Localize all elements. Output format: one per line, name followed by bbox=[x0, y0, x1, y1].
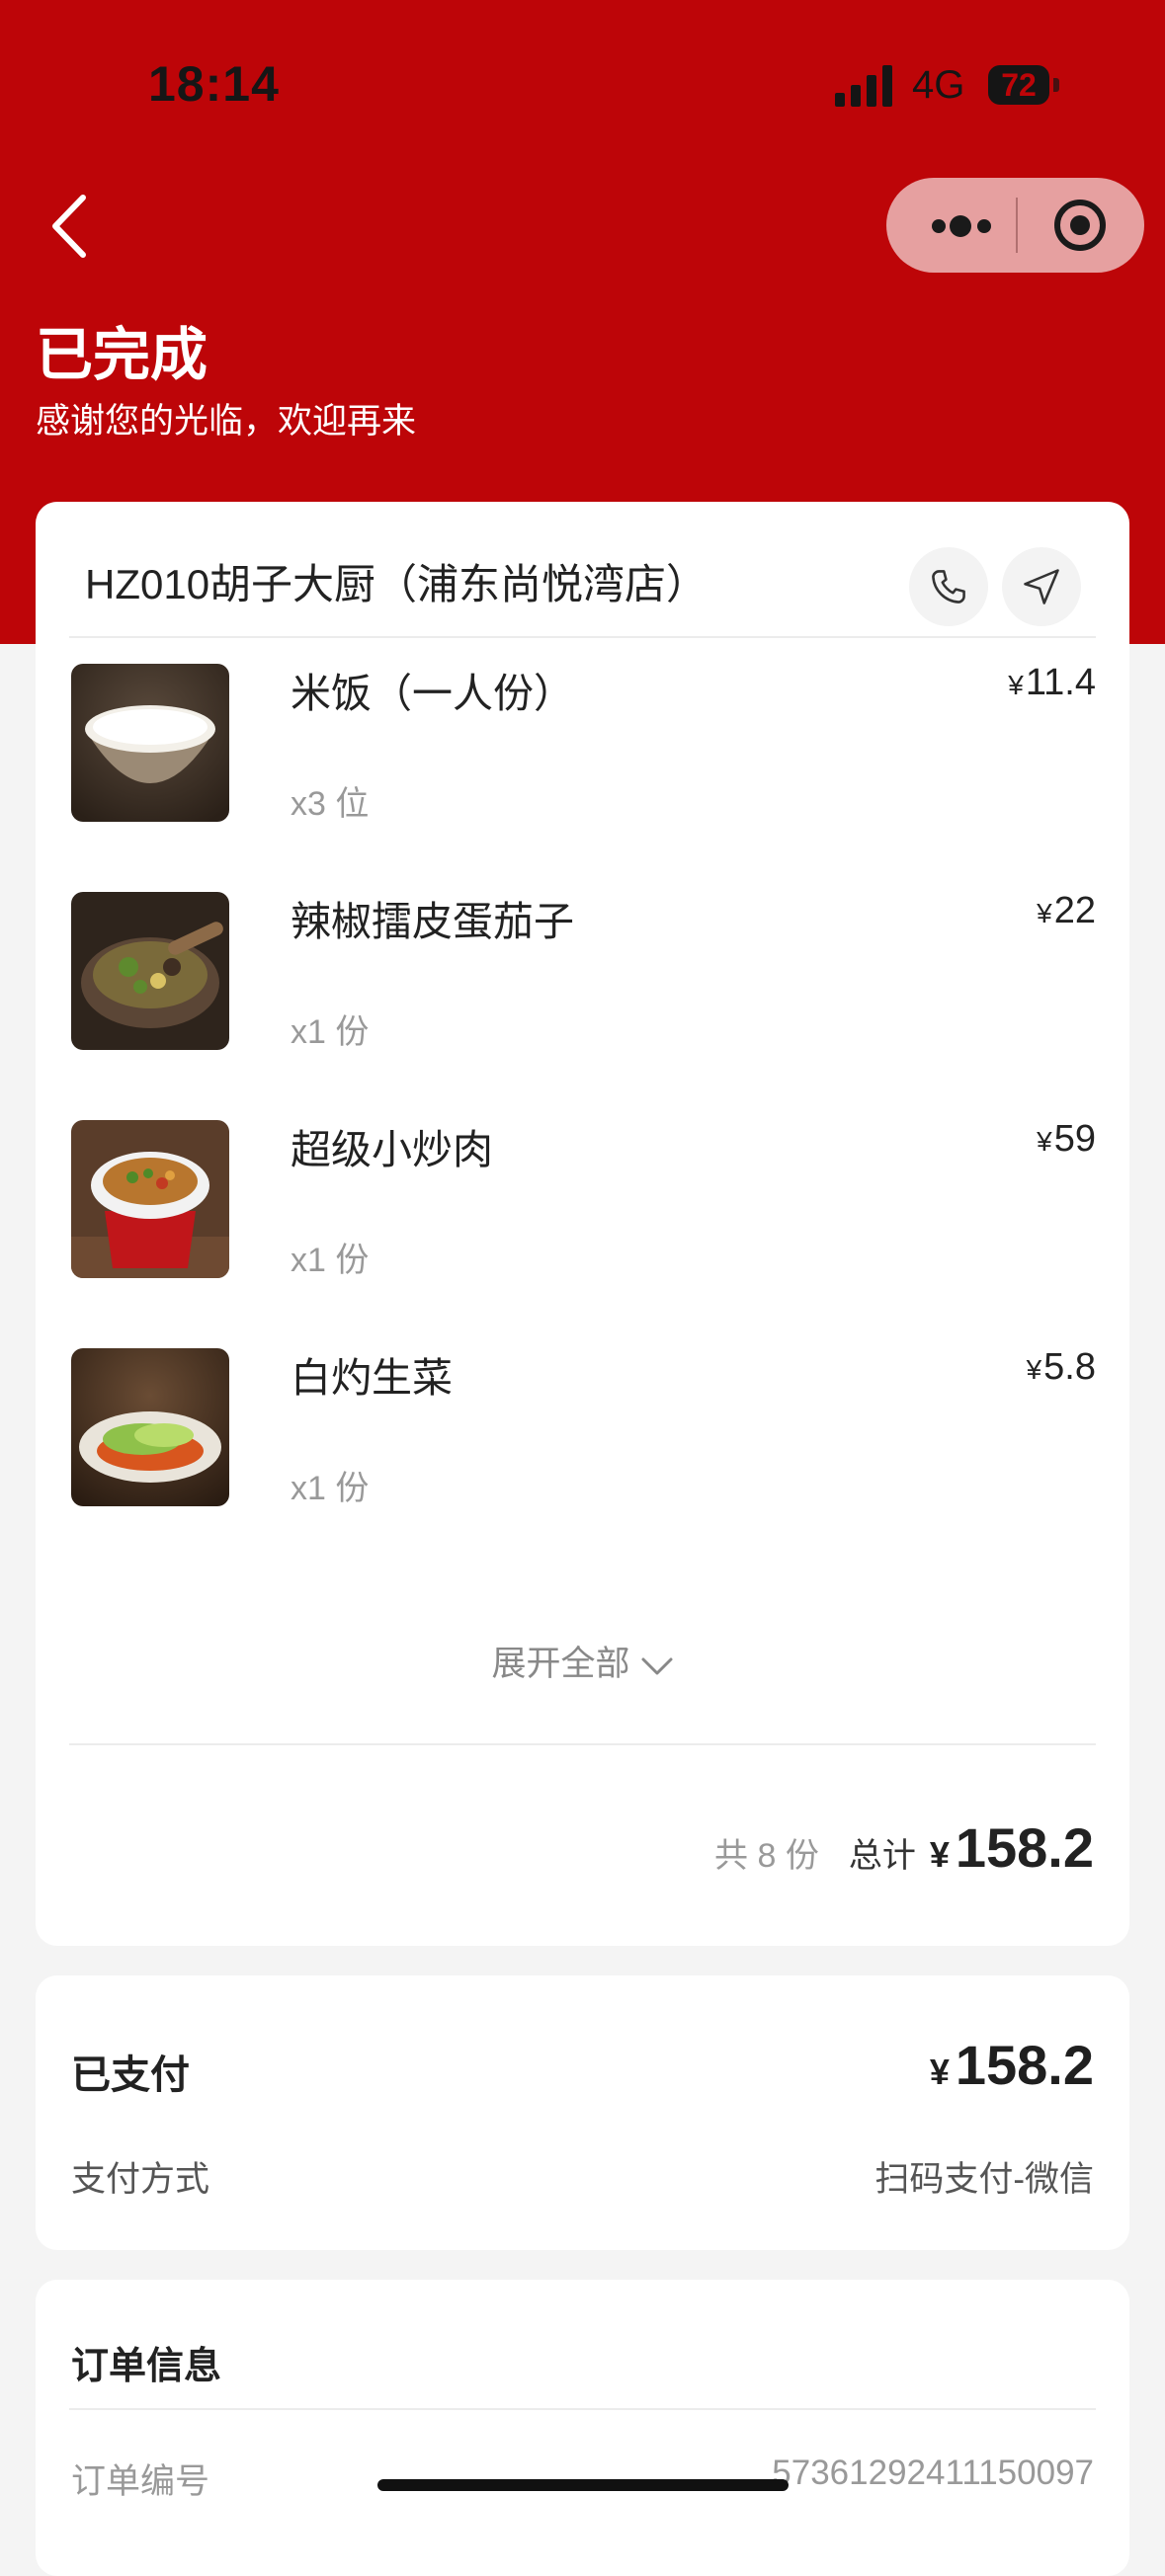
order-summary: 共 8 份总计 ¥158.2 bbox=[714, 1815, 1094, 1880]
more-button[interactable] bbox=[922, 178, 1007, 273]
expand-all-button[interactable]: 展开全部 bbox=[36, 1636, 1129, 1686]
battery-level: 72 bbox=[1001, 67, 1037, 103]
stir-fried-pork-image bbox=[71, 1120, 229, 1278]
item-price: ¥22 bbox=[1037, 890, 1096, 932]
paid-label: 已支付 bbox=[71, 2053, 190, 2097]
item-price-value: 59 bbox=[1053, 1118, 1096, 1160]
network-type: 4G bbox=[912, 63, 965, 107]
currency-symbol: ¥ bbox=[929, 1834, 950, 1875]
miniprogram-capsule bbox=[886, 178, 1144, 273]
item-name: 白灼生菜 bbox=[291, 1355, 453, 1401]
order-item: 米饭（一人份） x3 位 ¥11.4 bbox=[71, 662, 1096, 823]
page-subtitle: 感谢您的光临，欢迎再来 bbox=[36, 402, 417, 441]
phone-icon bbox=[932, 570, 965, 604]
chevron-left-icon bbox=[52, 195, 86, 258]
navigation-arrow-icon bbox=[1024, 569, 1059, 604]
boiled-lettuce-image bbox=[71, 1348, 229, 1506]
payment-method-value: 扫码支付-微信 bbox=[874, 2160, 1094, 2199]
item-count: 共 8 份 bbox=[714, 1837, 819, 1875]
order-info-card: 订单信息 订单编号 57361292411150097 bbox=[36, 2280, 1129, 2576]
item-price: ¥59 bbox=[1037, 1118, 1096, 1161]
pepper-eggplant-image bbox=[71, 892, 229, 1050]
item-price: ¥5.8 bbox=[1027, 1346, 1096, 1389]
item-quantity: x1 份 bbox=[291, 1013, 370, 1051]
home-indicator[interactable] bbox=[377, 2479, 789, 2491]
payment-method-label: 支付方式 bbox=[71, 2160, 210, 2199]
chevron-down-icon bbox=[641, 1657, 672, 1675]
order-card: HZ010胡子大厨（浦东尚悦湾店） 米饭（一人份） x3 位 ¥11.4 辣椒擂… bbox=[36, 502, 1129, 1946]
currency-symbol: ¥ bbox=[1037, 1126, 1052, 1157]
item-price: ¥11.4 bbox=[1008, 662, 1096, 704]
payment-card: 已支付 ¥158.2 支付方式 扫码支付-微信 bbox=[36, 1975, 1129, 2250]
item-quantity: x1 份 bbox=[291, 1470, 370, 1507]
item-name: 米饭（一人份） bbox=[291, 671, 574, 716]
order-item: 超级小炒肉 x1 份 ¥59 bbox=[71, 1118, 1096, 1279]
item-name: 辣椒擂皮蛋茄子 bbox=[291, 899, 574, 944]
back-button[interactable] bbox=[45, 190, 95, 264]
item-price-value: 5.8 bbox=[1043, 1346, 1096, 1388]
paid-amount-value: 158.2 bbox=[955, 2034, 1094, 2096]
order-number-value[interactable]: 57361292411150097 bbox=[772, 2454, 1094, 2493]
store-name: HZ010胡子大厨（浦东尚悦湾店） bbox=[85, 561, 708, 607]
currency-symbol: ¥ bbox=[1026, 1354, 1042, 1385]
divider bbox=[69, 2408, 1096, 2410]
divider bbox=[69, 1743, 1096, 1745]
order-number-label: 订单编号 bbox=[71, 2462, 210, 2501]
navigate-button[interactable] bbox=[1002, 547, 1081, 626]
currency-symbol: ¥ bbox=[1008, 670, 1024, 700]
battery-icon: 72 bbox=[988, 65, 1059, 105]
total-amount: 158.2 bbox=[955, 1816, 1094, 1879]
target-icon bbox=[1054, 200, 1106, 251]
item-price-value: 22 bbox=[1053, 890, 1096, 931]
more-icon bbox=[932, 219, 946, 233]
item-quantity: x1 份 bbox=[291, 1242, 370, 1279]
divider bbox=[69, 636, 1096, 638]
item-price-value: 11.4 bbox=[1025, 662, 1096, 703]
page-title: 已完成 bbox=[36, 323, 208, 387]
order-info-title: 订单信息 bbox=[71, 2346, 222, 2387]
total-label: 总计 bbox=[848, 1837, 916, 1875]
item-quantity: x3 位 bbox=[291, 785, 370, 823]
order-item: 辣椒擂皮蛋茄子 x1 份 ¥22 bbox=[71, 890, 1096, 1051]
rice-bowl-image bbox=[71, 664, 229, 822]
expand-all-label: 展开全部 bbox=[491, 1645, 630, 1683]
currency-symbol: ¥ bbox=[929, 2052, 950, 2092]
capsule-divider bbox=[1016, 198, 1018, 253]
paid-amount: ¥158.2 bbox=[930, 2033, 1094, 2097]
status-time: 18:14 bbox=[148, 56, 280, 112]
currency-symbol: ¥ bbox=[1037, 898, 1052, 928]
close-miniprogram-button[interactable] bbox=[1052, 198, 1108, 253]
order-item: 白灼生菜 x1 份 ¥5.8 bbox=[71, 1346, 1096, 1507]
signal-icon bbox=[835, 65, 892, 107]
item-name: 超级小炒肉 bbox=[291, 1127, 493, 1172]
call-store-button[interactable] bbox=[909, 547, 988, 626]
